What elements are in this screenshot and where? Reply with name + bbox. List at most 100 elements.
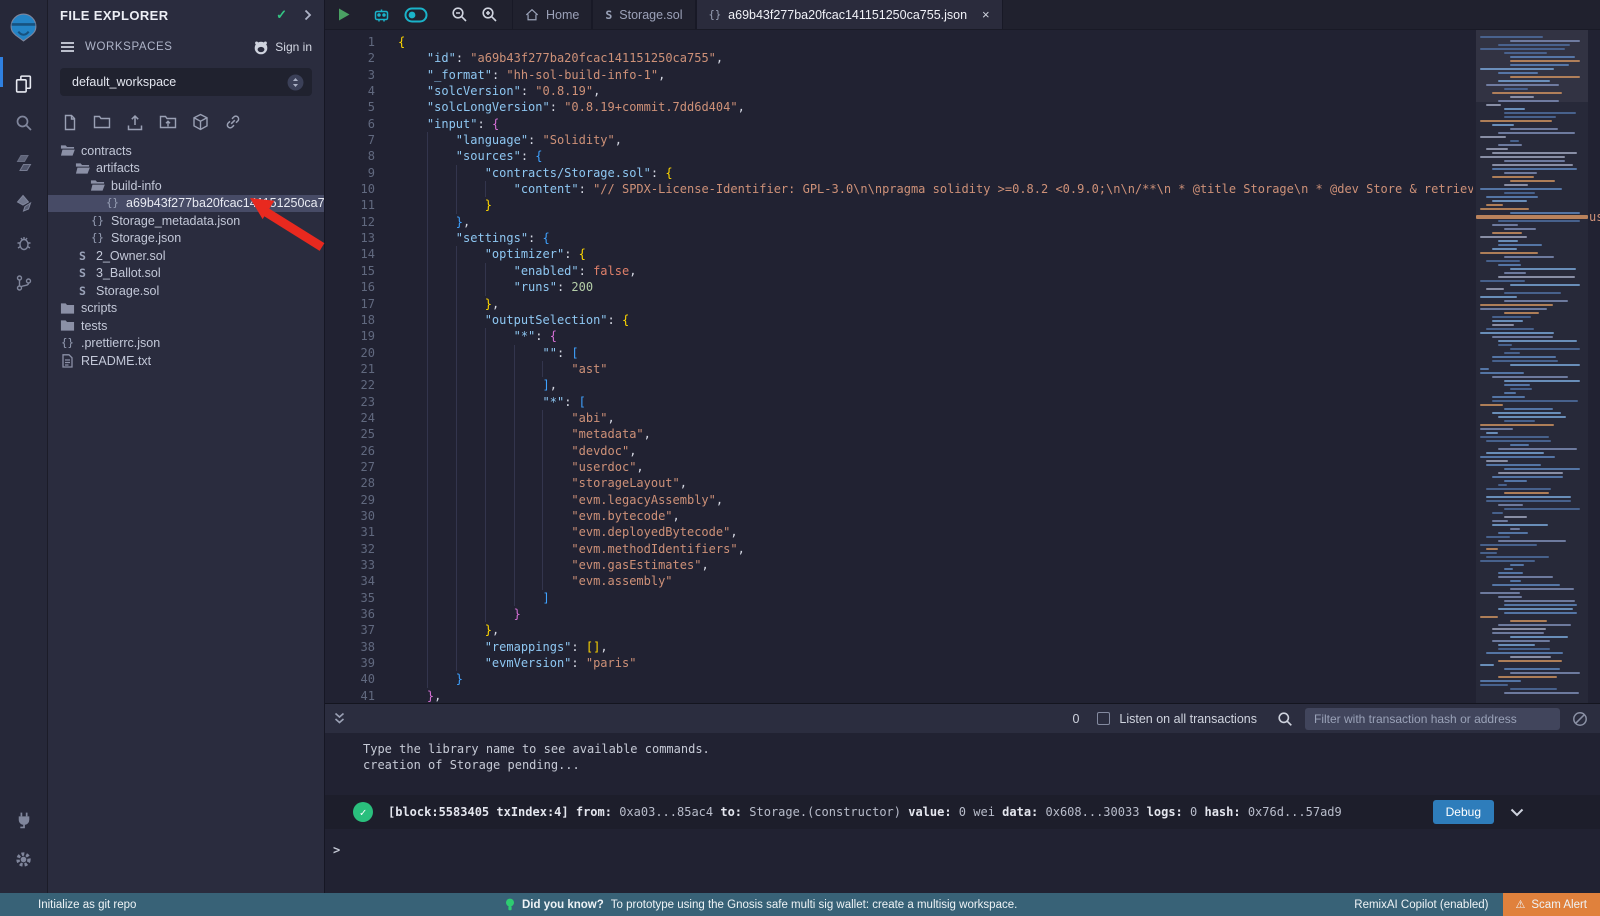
code-line[interactable]: }, <box>398 688 1473 703</box>
tree-item[interactable]: SStorage.sol <box>48 282 324 300</box>
tree-item[interactable]: S3_Ballot.sol <box>48 265 324 283</box>
code-line[interactable]: "input": { <box>398 116 1473 132</box>
code-line[interactable]: "runs": 200 <box>398 279 1473 295</box>
tab-storage-sol[interactable]: SStorage.sol <box>592 0 695 29</box>
tree-item[interactable]: {}.prettierrc.json <box>48 335 324 353</box>
tree-item[interactable]: build-info <box>48 177 324 195</box>
tab-home[interactable]: Home <box>512 0 592 29</box>
zoom-in-icon[interactable] <box>481 6 498 23</box>
tree-item[interactable]: {}Storage_metadata.json <box>48 212 324 230</box>
sidebar-item-debugger[interactable] <box>0 223 48 263</box>
tree-item[interactable]: artifacts <box>48 160 324 178</box>
transaction-filter-input[interactable] <box>1305 708 1560 730</box>
code-line[interactable]: "solcVersion": "0.8.19", <box>398 83 1473 99</box>
new-file-icon[interactable] <box>62 114 78 131</box>
settings-icon[interactable] <box>0 839 48 879</box>
code-line[interactable]: } <box>398 671 1473 687</box>
tree-item[interactable]: README.txt <box>48 352 324 370</box>
minimap[interactable] <box>1476 30 1588 703</box>
sign-in-button[interactable]: Sign in <box>253 40 312 55</box>
terminal-prompt[interactable]: > <box>325 829 1600 857</box>
code-line[interactable]: "*": { <box>398 328 1473 344</box>
code-line[interactable]: "evmVersion": "paris" <box>398 655 1473 671</box>
collapse-terminal-icon[interactable] <box>333 712 346 725</box>
code-lines[interactable]: { "id": "a69b43f277ba20fcac141151250ca75… <box>390 30 1473 703</box>
check-icon: ✓ <box>276 7 287 23</box>
code-line[interactable]: "evm.deployedBytecode", <box>398 524 1473 540</box>
tree-item[interactable]: contracts <box>48 142 324 160</box>
code-line[interactable]: "id": "a69b43f277ba20fcac141151250ca755"… <box>398 50 1473 66</box>
sidebar-item-search[interactable] <box>0 103 48 143</box>
code-line[interactable]: "userdoc", <box>398 459 1473 475</box>
line-number: 29 <box>325 492 390 508</box>
code-line[interactable]: } <box>398 606 1473 622</box>
plugin-manager-icon[interactable] <box>0 799 48 839</box>
code-line[interactable]: "settings": { <box>398 230 1473 246</box>
code-line[interactable]: "evm.bytecode", <box>398 508 1473 524</box>
hamburger-menu-icon[interactable] <box>60 41 75 53</box>
close-tab-icon[interactable]: × <box>982 7 990 22</box>
code-line[interactable]: "optimizer": { <box>398 246 1473 262</box>
code-line[interactable]: ], <box>398 377 1473 393</box>
code-line[interactable]: "ast" <box>398 361 1473 377</box>
code-line[interactable]: "contracts/Storage.sol": { <box>398 165 1473 181</box>
sidebar-item-git[interactable] <box>0 263 48 303</box>
code-line[interactable]: "sources": { <box>398 148 1473 164</box>
sidebar-item-solidity-compiler[interactable] <box>0 143 48 183</box>
workspace-select[interactable]: default_workspace <box>60 68 312 96</box>
code-line[interactable]: "evm.legacyAssembly", <box>398 492 1473 508</box>
code-line[interactable]: "language": "Solidity", <box>398 132 1473 148</box>
tree-item[interactable]: scripts <box>48 300 324 318</box>
sidebar-item-deploy-and-run[interactable] <box>0 183 48 223</box>
box-icon[interactable] <box>192 113 209 131</box>
code-line[interactable]: }, <box>398 296 1473 312</box>
code-line[interactable]: "storageLayout", <box>398 475 1473 491</box>
code-line[interactable]: "enabled": false, <box>398 263 1473 279</box>
sidebar-item-file-explorer[interactable] <box>0 63 48 103</box>
code-line[interactable]: "metadata", <box>398 426 1473 442</box>
clear-console-icon[interactable] <box>1572 711 1588 727</box>
code-line[interactable]: "devdoc", <box>398 443 1473 459</box>
search-icon[interactable] <box>1277 711 1293 727</box>
code-line[interactable]: "*": [ <box>398 394 1473 410</box>
upload-file-icon[interactable] <box>126 114 144 131</box>
tab-a69b43f277ba20fcac141151250ca755-json[interactable]: {}a69b43f277ba20fcac141151250ca755.json× <box>696 0 1003 29</box>
new-folder-icon[interactable] <box>93 114 111 130</box>
run-script-icon[interactable] <box>337 7 351 22</box>
link-icon[interactable] <box>224 113 242 131</box>
code-line[interactable]: "evm.gasEstimates", <box>398 557 1473 573</box>
code-line[interactable]: "": [ <box>398 345 1473 361</box>
code-line[interactable]: "outputSelection": { <box>398 312 1473 328</box>
code-line[interactable]: "solcLongVersion": "0.8.19+commit.7dd6d4… <box>398 99 1473 115</box>
tree-item[interactable]: tests <box>48 317 324 335</box>
debug-button[interactable]: Debug <box>1433 800 1494 824</box>
scam-alert-button[interactable]: ⚠ Scam Alert <box>1503 893 1600 916</box>
code-line[interactable]: "evm.methodIdentifiers", <box>398 541 1473 557</box>
code-line[interactable]: "_format": "hh-sol-build-info-1", <box>398 67 1473 83</box>
code-line[interactable]: { <box>398 34 1473 50</box>
chevron-right-icon[interactable] <box>303 9 312 21</box>
git-init-button[interactable]: Initialize as git repo <box>38 899 136 911</box>
code-line[interactable]: "abi", <box>398 410 1473 426</box>
tree-item[interactable]: S2_Owner.sol <box>48 247 324 265</box>
code-line[interactable]: "evm.assembly" <box>398 573 1473 589</box>
code-line[interactable]: "remappings": [], <box>398 639 1473 655</box>
listen-all-transactions-checkbox[interactable] <box>1097 712 1110 725</box>
ai-robot-icon[interactable] <box>372 6 391 24</box>
upload-folder-icon[interactable] <box>159 114 177 130</box>
code-line[interactable]: }, <box>398 214 1473 230</box>
code-line[interactable]: }, <box>398 622 1473 638</box>
copilot-toggle-icon[interactable] <box>404 7 428 23</box>
remix-logo[interactable] <box>0 7 48 47</box>
transaction-row[interactable]: ✓ [block:5583405 txIndex:4] from: 0xa03.… <box>325 795 1600 829</box>
line-number: 30 <box>325 508 390 524</box>
expand-transaction-icon[interactable] <box>1510 808 1524 817</box>
tree-item[interactable]: {}Storage.json <box>48 230 324 248</box>
code-line[interactable]: ] <box>398 590 1473 606</box>
zoom-out-icon[interactable] <box>451 6 468 23</box>
code-line[interactable]: } <box>398 197 1473 213</box>
code-line[interactable]: "content": "// SPDX-License-Identifier: … <box>398 181 1473 197</box>
code-editor[interactable]: 1234567891011121314151617181920212223242… <box>325 30 1600 703</box>
copilot-status[interactable]: RemixAI Copilot (enabled) <box>1354 899 1488 911</box>
tree-item[interactable]: {}a69b43f277ba20fcac141151250ca7... <box>48 195 324 213</box>
